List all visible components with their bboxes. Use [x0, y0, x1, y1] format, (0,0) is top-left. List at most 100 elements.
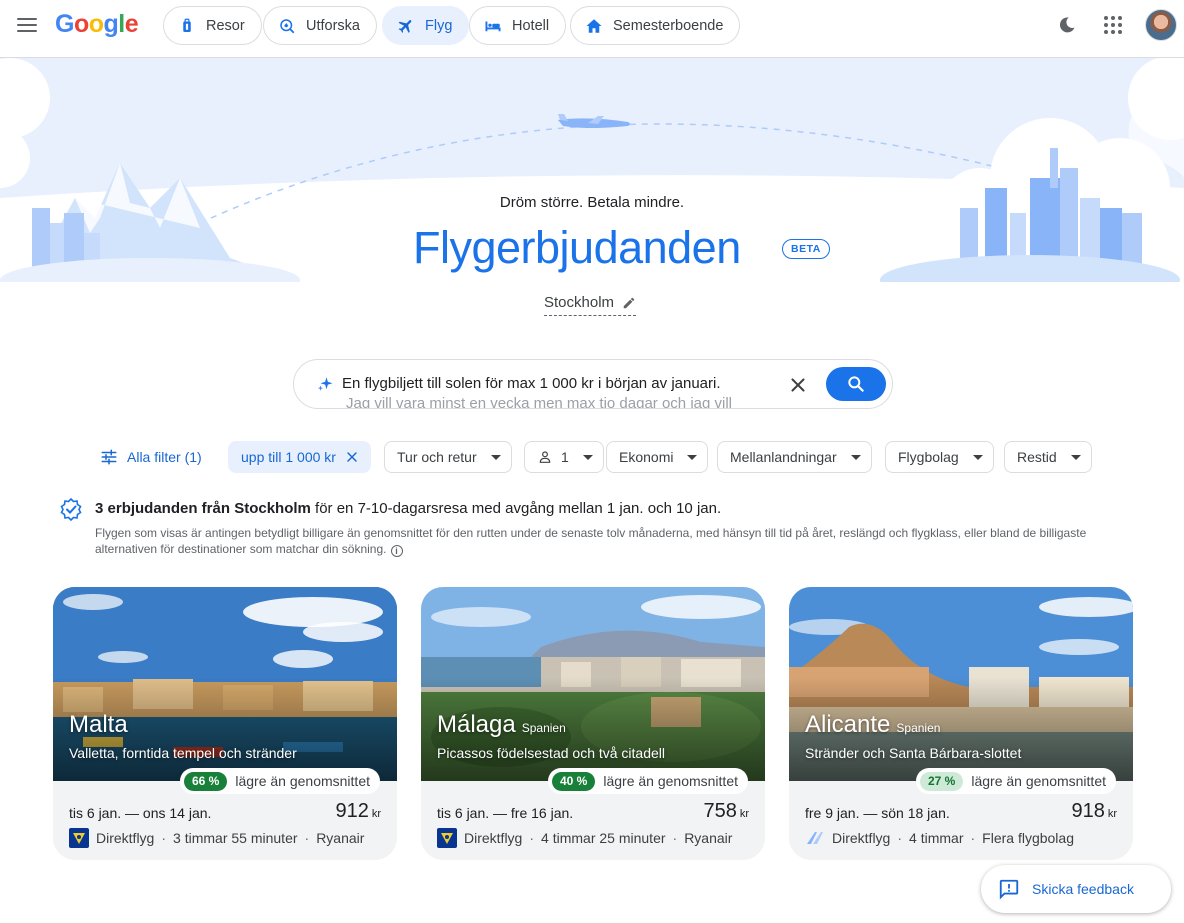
beta-badge: BETA: [782, 239, 830, 259]
cabin-class-label: Ekonomi: [619, 449, 674, 465]
origin-city-selector[interactable]: Stockholm: [544, 294, 637, 316]
stops-filter-dropdown[interactable]: Mellanlandningar: [717, 441, 872, 473]
separator-dot: ·: [529, 830, 535, 846]
chevron-down-icon: [687, 454, 698, 460]
destination-city-name: Málaga: [437, 711, 516, 738]
main-menu-button[interactable]: [14, 12, 40, 38]
deal-card-malaga[interactable]: Málaga Spanien Picassos födelsestad och t…: [421, 587, 765, 860]
discount-percent: 66 %: [184, 771, 228, 791]
feedback-icon: [999, 879, 1019, 900]
nav-tab-hotell[interactable]: Hotell: [469, 6, 567, 45]
deal-card-malta[interactable]: Malta Valletta, forntida tempel och strä…: [53, 587, 397, 860]
dark-mode-icon[interactable]: [1057, 15, 1077, 35]
search-query-text[interactable]: En flygbiljett till solen för max 1 000 …: [342, 375, 721, 392]
google-logo[interactable]: Google: [55, 10, 139, 39]
chevron-down-icon: [1070, 454, 1081, 460]
deal-price: 918 kr: [1071, 800, 1117, 823]
explore-icon: [280, 18, 295, 33]
travel-dates: fre 9 jan. — sön 18 jan.: [805, 805, 950, 821]
nav-tab-semesterboende[interactable]: Semesterboende: [570, 6, 741, 45]
separator-dot: ·: [161, 830, 167, 846]
apps-grid-icon[interactable]: [1102, 14, 1124, 36]
airline-name: Flera flygbolag: [982, 830, 1074, 846]
chevron-down-icon: [490, 454, 501, 460]
person-icon: [539, 451, 551, 463]
deals-summary-count: 3 erbjudanden från Stockholm: [95, 500, 311, 517]
trip-type-dropdown[interactable]: Tur och retur: [384, 441, 512, 473]
ryanair-logo-icon: [69, 828, 89, 848]
discount-percent: 27 %: [920, 771, 964, 791]
clear-search-icon[interactable]: [787, 374, 809, 396]
duration-filter-dropdown[interactable]: Restid: [1004, 441, 1092, 473]
destination-city: Alicante Spanien: [805, 711, 940, 739]
passengers-count: 1: [561, 449, 569, 465]
info-icon[interactable]: i: [390, 545, 403, 557]
destination-tagline: Stränder och Santa Bárbara-slottet: [805, 745, 1022, 761]
separator-dot: ·: [897, 830, 903, 846]
nav-tab-resor[interactable]: Resor: [163, 6, 262, 45]
hero-subtitle: Dröm större. Betala mindre.: [499, 194, 685, 211]
discount-badge: 27 % lägre än genomsnittet: [916, 768, 1116, 794]
deal-card-alicante[interactable]: Alicante Spanien Stränder och Santa Bárba…: [789, 587, 1133, 860]
multiple-airlines-icon: [807, 832, 823, 844]
top-bar: Google Resor Utforska Flyg Hotell Semest…: [0, 0, 1184, 58]
deal-price: 758 kr: [703, 800, 749, 823]
price-amount: 758: [703, 800, 737, 822]
nav-tab-flyg[interactable]: Flyg: [382, 6, 470, 45]
stops-info: Direktflyg: [96, 830, 155, 846]
chevron-down-icon: [972, 454, 983, 460]
bed-icon: [485, 21, 501, 31]
verified-check-icon: [60, 497, 82, 521]
flight-details: Direktflyg · 4 timmar 25 minuter · Ryanair: [437, 828, 732, 848]
ryanair-logo-icon: [437, 828, 457, 848]
discount-label: lägre än genomsnittet: [235, 773, 370, 789]
page-title: Flygerbjudanden: [413, 222, 741, 273]
flight-duration: 4 timmar 25 minuter: [541, 830, 666, 846]
ai-search-box[interactable]: En flygbiljett till solen för max 1 000 …: [293, 359, 893, 409]
deals-disclaimer: Flygen som visas är antingen betydligt b…: [95, 525, 1105, 557]
cabin-class-dropdown[interactable]: Ekonomi: [606, 441, 709, 473]
discount-badge: 66 % lägre än genomsnittet: [180, 768, 380, 794]
flight-details: Direktflyg · 4 timmar · Flera flygbolag: [805, 828, 1074, 848]
deals-summary-details: för en 7-10-dagarsresa med avgång mellan…: [310, 500, 722, 517]
discount-badge: 40 % lägre än genomsnittet: [548, 768, 748, 794]
airplane-icon: [398, 19, 412, 33]
price-filter-chip[interactable]: upp till 1 000 kr: [228, 441, 371, 473]
search-button[interactable]: [826, 367, 886, 401]
passengers-dropdown[interactable]: 1: [524, 441, 604, 473]
price-amount: 912: [335, 800, 369, 822]
search-icon: [848, 376, 864, 392]
nav-tab-label: Flyg: [425, 17, 453, 34]
destination-tagline: Picassos födelsestad och två citadell: [437, 745, 666, 761]
airlines-filter-dropdown[interactable]: Flygbolag: [885, 441, 994, 473]
chevron-down-icon: [582, 454, 593, 460]
destination-country: Spanien: [521, 721, 566, 735]
nav-tab-label: Utforska: [306, 17, 360, 34]
separator-dot: ·: [970, 830, 976, 846]
house-icon: [586, 18, 602, 33]
send-feedback-label: Skicka feedback: [1032, 881, 1134, 897]
close-icon[interactable]: [344, 449, 360, 465]
origin-city-label: Stockholm: [544, 294, 615, 311]
airlines-filter-label: Flygbolag: [898, 449, 959, 465]
travel-dates: tis 6 jan. — fre 16 jan.: [437, 805, 574, 821]
disclaimer-text: Flygen som visas är antingen betydligt b…: [95, 526, 1087, 556]
nav-tab-utforska[interactable]: Utforska: [263, 6, 377, 45]
pencil-icon: [623, 297, 635, 308]
flight-details: Direktflyg · 3 timmar 55 minuter · Ryanair: [69, 828, 364, 848]
flight-duration: 3 timmar 55 minuter: [173, 830, 298, 846]
search-query-overflow-text: Jag vill vara minst en vecka men max tio…: [346, 395, 733, 409]
airline-name: Ryanair: [316, 830, 365, 846]
all-filters-label: Alla filter (1): [127, 449, 202, 465]
price-currency: kr: [739, 808, 749, 820]
deals-summary: 3 erbjudanden från Stockholm för en 7-10…: [95, 500, 721, 517]
account-avatar[interactable]: [1145, 9, 1177, 41]
all-filters-button[interactable]: Alla filter (1): [92, 441, 202, 473]
send-feedback-button[interactable]: Skicka feedback: [981, 865, 1171, 913]
airline-name: Ryanair: [684, 830, 733, 846]
separator-dot: ·: [304, 830, 310, 846]
stops-info: Direktflyg: [832, 830, 891, 846]
duration-filter-label: Restid: [1017, 449, 1057, 465]
price-amount: 918: [1071, 800, 1105, 822]
destination-city-name: Malta: [69, 711, 128, 738]
